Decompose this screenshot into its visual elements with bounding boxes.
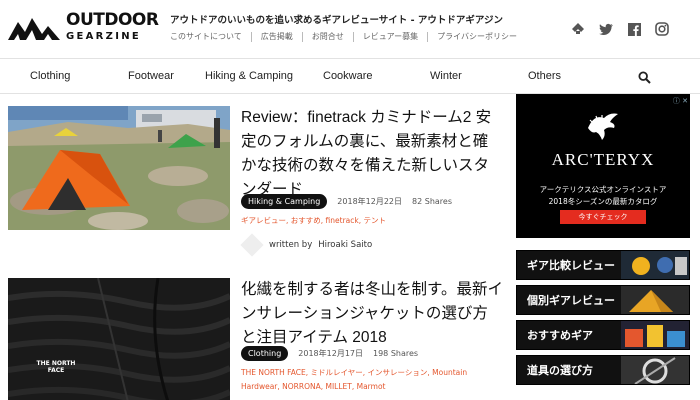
site-logo[interactable]: OUTDOOR GEARZINE	[8, 10, 159, 46]
article-meta: Hiking & Camping 2018年12月22日 82 Shares	[241, 194, 452, 209]
nav-item-clothing[interactable]: Clothing	[30, 70, 70, 82]
ad-choices-icon[interactable]: ⓘ ✕	[673, 96, 688, 106]
article-tags[interactable]: ギアレビュー, おすすめ, finetrack, テント	[241, 214, 501, 228]
share-count: 82 Shares	[412, 197, 452, 206]
nav-item-footwear[interactable]: Footwear	[128, 70, 174, 82]
article-title[interactable]: 化繊を制する者は冬山を制す。最新インサレーションジャケットの選び方と注目アイテム…	[241, 278, 503, 350]
twitter-icon[interactable]	[598, 21, 614, 37]
archaeopteryx-logo-icon	[588, 113, 618, 140]
banner-label: 道具の選び方	[527, 364, 593, 377]
banner-label: おすすめギア	[527, 329, 593, 342]
ad-cta-button[interactable]: 今すぐチェック	[560, 210, 646, 224]
article-author: written by Hiroaki Saito	[240, 233, 372, 257]
nav-item-cookware[interactable]: Cookware	[323, 70, 373, 82]
site-tagline: アウトドアのいいものを追い求めるギアレビューサイト - アウトドアギアジン	[170, 15, 503, 26]
article-date: 2018年12月22日	[337, 197, 403, 206]
article-thumbnail[interactable]: THE NORTH FACE	[8, 278, 230, 400]
article-title[interactable]: Review：finetrack カミナドーム2 安定のフォルムの裏に、最新素材…	[241, 106, 503, 202]
search-icon[interactable]	[638, 69, 652, 84]
article-card: THE NORTH FACE 化繊を制する者は冬山を制す。最新インサレーションジ…	[8, 278, 503, 400]
facebook-icon[interactable]	[626, 21, 642, 37]
banner-label: 個別ギアレビュー	[527, 294, 615, 307]
article-date: 2018年12月17日	[298, 349, 363, 358]
logo-text-gearzine: GEARZINE	[66, 31, 142, 42]
author-prefix: written by	[269, 240, 313, 250]
sidebar-ad[interactable]: ⓘ ✕ ARC'TERYX アークテリクス公式オンラインストア 2018冬シーズ…	[516, 94, 690, 238]
sidebar-banner-gear-review[interactable]: 個別ギアレビュー	[516, 285, 690, 315]
sidebar-banner-gear-guide[interactable]: 道具の選び方	[516, 355, 690, 385]
article-thumbnail[interactable]	[8, 106, 230, 230]
sidebar-banner-gear-comparison[interactable]: ギア比較レビュー	[516, 250, 690, 280]
avatar	[240, 233, 264, 257]
social-links	[570, 21, 670, 37]
site-header: OUTDOOR GEARZINE アウトドアのいいものを追い求めるギアレビューサ…	[0, 0, 700, 58]
author-name[interactable]: Hiroaki Saito	[318, 240, 372, 250]
subnav-contact[interactable]: お問合せ	[303, 32, 354, 42]
share-count: 198 Shares	[373, 349, 419, 358]
nav-item-hiking-camping[interactable]: Hiking & Camping	[205, 70, 293, 82]
banner-label: ギア比較レビュー	[527, 259, 615, 272]
article-card: Review：finetrack カミナドーム2 安定のフォルムの裏に、最新素材…	[8, 106, 498, 266]
mountain-logo-icon	[8, 18, 60, 40]
ad-text-line2: 2018冬シーズンの最新カタログ	[548, 197, 658, 206]
ad-text-line1: アークテリクス公式オンラインストア	[539, 185, 667, 194]
subnav-reviewer[interactable]: レビュアー募集	[354, 32, 429, 42]
category-badge[interactable]: Clothing	[241, 346, 289, 361]
subnav-privacy[interactable]: プライバシーポリシー	[428, 32, 526, 42]
subnav-advertise[interactable]: 広告掲載	[252, 32, 303, 42]
feedly-icon[interactable]	[570, 21, 586, 37]
main-nav: Clothing Footwear Hiking & Camping Cookw…	[0, 58, 700, 94]
article-meta: Clothing 2018年12月17日 198 Shares	[241, 346, 418, 361]
article-tags[interactable]: THE NORTH FACE, ミドルレイヤー, インサレーション, Mount…	[241, 366, 501, 394]
logo-text-outdoor: OUTDOOR	[66, 10, 159, 30]
instagram-icon[interactable]	[654, 21, 670, 37]
nav-item-winter[interactable]: Winter	[430, 70, 462, 82]
header-subnav: このサイトについて 広告掲載 お問合せ レビュアー募集 プライバシーポリシー	[170, 32, 526, 42]
sidebar-banner-recommended-gear[interactable]: おすすめギア	[516, 320, 690, 350]
subnav-about[interactable]: このサイトについて	[170, 32, 252, 42]
jacket-brand-logo: THE NORTH FACE	[36, 360, 76, 374]
ad-brand: ARC'TERYX	[551, 150, 655, 169]
category-badge[interactable]: Hiking & Camping	[241, 194, 328, 209]
nav-item-others[interactable]: Others	[528, 70, 561, 82]
